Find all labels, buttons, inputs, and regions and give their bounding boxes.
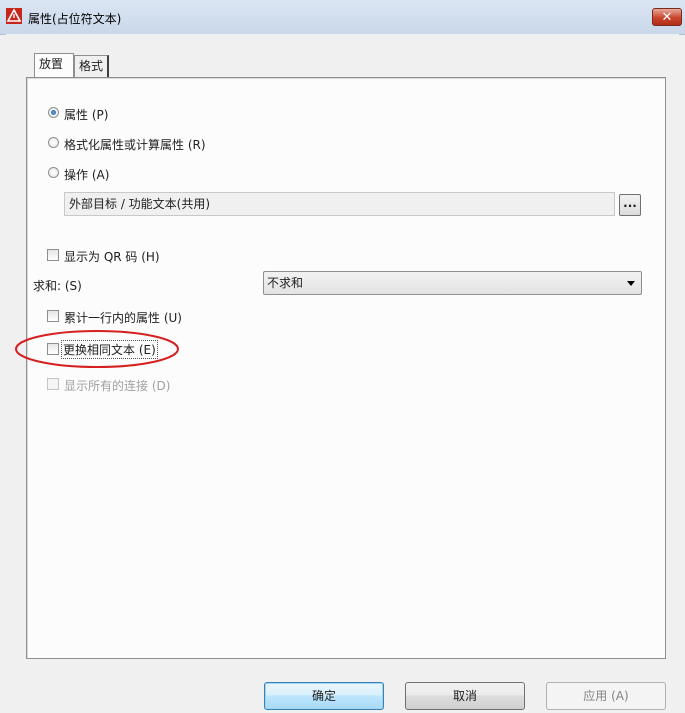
show-all-connections-label: 显示所有的连接 (D) (64, 379, 171, 393)
browse-button[interactable]: ... (619, 194, 641, 216)
tab-label: 放置 (39, 57, 64, 71)
close-button[interactable]: ✕ (652, 8, 682, 26)
radio-attribute-label[interactable]: 属性 (P) (64, 106, 108, 123)
radio-formatted-attribute-label[interactable]: 格式化属性或计算属性 (R) (64, 136, 206, 153)
qr-code-checkbox[interactable] (47, 249, 59, 261)
tab-format[interactable]: 格式 (74, 55, 109, 77)
tab-panel (26, 77, 666, 659)
action-target-value: 外部目标 / 功能文本(共用) (69, 197, 211, 211)
replace-same-text-checkbox[interactable] (47, 343, 59, 355)
show-all-connections-checkbox (47, 378, 59, 390)
sum-label: 求和: (S) (33, 279, 82, 293)
ok-button[interactable]: 确定 (264, 682, 384, 710)
app-warning-icon (6, 8, 22, 24)
close-icon: ✕ (661, 10, 673, 25)
radio-action-label[interactable]: 操作 (A) (64, 166, 109, 183)
window-title: 属性(占位符文本) (28, 12, 122, 26)
action-target-field: 外部目标 / 功能文本(共用) (64, 192, 615, 216)
ok-button-label: 确定 (311, 689, 336, 703)
radio-formatted-attribute[interactable] (48, 137, 59, 148)
cancel-button-label: 取消 (452, 689, 477, 703)
qr-code-label[interactable]: 显示为 QR 码 (H) (64, 248, 160, 265)
sum-selected-value: 不求和 (267, 276, 304, 290)
apply-button-label: 应用 (A) (583, 689, 629, 703)
sum-dropdown[interactable]: 不求和 (263, 271, 642, 295)
accumulate-row-checkbox[interactable] (47, 310, 59, 322)
accumulate-row-label[interactable]: 累计一行内的属性 (U) (64, 309, 182, 326)
tab-placement[interactable]: 放置 (34, 53, 74, 77)
radio-attribute[interactable] (48, 107, 59, 118)
title-bar: 属性(占位符文本) ✕ (0, 0, 685, 35)
tab-label: 格式 (79, 59, 104, 73)
cancel-button[interactable]: 取消 (405, 682, 525, 710)
ellipsis-icon: ... (623, 196, 637, 210)
radio-action[interactable] (48, 167, 59, 178)
replace-same-text-label[interactable]: 更换相同文本 (E) (61, 340, 158, 359)
chevron-down-icon (627, 281, 635, 286)
apply-button: 应用 (A) (546, 682, 666, 710)
